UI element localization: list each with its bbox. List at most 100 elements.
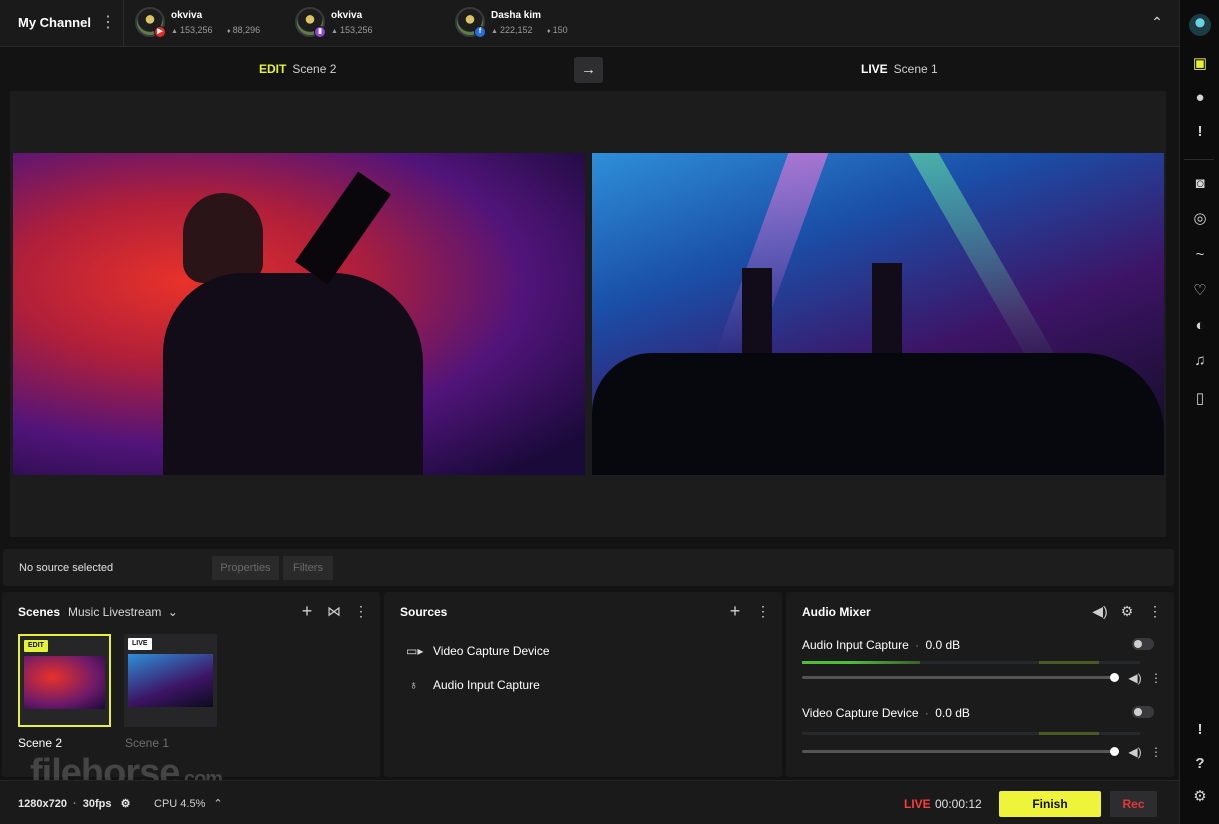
finish-button[interactable]: Finish bbox=[999, 791, 1101, 817]
chat-icon[interactable]: ● bbox=[1189, 87, 1211, 109]
webcam-icon[interactable]: ◎ bbox=[1189, 208, 1211, 230]
account-name: okviva bbox=[171, 10, 203, 21]
volume-slider-knob[interactable] bbox=[1110, 747, 1119, 756]
account-stats: ▲ 153,256 ♦ 88,296 bbox=[171, 25, 272, 35]
layout-icon[interactable]: ▣ bbox=[1189, 53, 1211, 75]
singer-body bbox=[163, 273, 423, 475]
volume-slider[interactable] bbox=[802, 747, 1119, 756]
live-indicator: LIVE bbox=[904, 797, 931, 811]
twitch-icon: ▮ bbox=[314, 26, 326, 38]
sources-menu-icon[interactable]: ⋮ bbox=[754, 602, 772, 620]
settings-icon[interactable]: ⚙ bbox=[1189, 786, 1211, 808]
profile-avatar-icon[interactable] bbox=[1189, 14, 1211, 36]
audio-level-meter bbox=[802, 661, 1140, 664]
edit-label: EDIT bbox=[259, 62, 287, 76]
account-stats: ▲ 222,152 ♦ 150 bbox=[491, 25, 580, 35]
performer bbox=[742, 268, 772, 353]
channel-toggle[interactable] bbox=[1132, 638, 1154, 650]
edit-scene-header: EDIT Scene 2 bbox=[259, 62, 336, 76]
channel-menu-icon[interactable]: ⋮ bbox=[1149, 745, 1163, 759]
account-stats: ▲ 153,256 bbox=[331, 25, 384, 35]
viewer-icon: ▲ bbox=[331, 28, 338, 35]
facebook-icon: f bbox=[474, 26, 486, 38]
gear-icon[interactable]: ⚙ bbox=[1118, 602, 1136, 620]
audio-mixer-title: Audio Mixer bbox=[802, 605, 871, 619]
output-settings: 1280x720 · 30fps ⚙ bbox=[18, 798, 131, 810]
volume-slider[interactable] bbox=[802, 673, 1119, 682]
help-icon[interactable]: ? bbox=[1189, 753, 1211, 775]
scene-thumbnail-image bbox=[128, 654, 213, 707]
account-card[interactable]: ▮ okviva ▲ 153,256 bbox=[295, 7, 415, 39]
status-bar: 1280x720 · 30fps ⚙ CPU 4.5% ⌃ LIVE 00:00… bbox=[0, 780, 1179, 824]
account-card[interactable]: f Dasha kim ▲ 222,152 ♦ 150 bbox=[455, 7, 595, 39]
scene-transition-icon[interactable]: ⋈ bbox=[325, 602, 343, 620]
audio-mixer-panel: Audio Mixer ◀) ⚙ ⋮ Audio Input Capture ·… bbox=[786, 592, 1174, 777]
live-preview[interactable] bbox=[592, 153, 1164, 475]
edit-preview[interactable] bbox=[13, 153, 585, 475]
add-source-icon[interactable]: + bbox=[726, 602, 744, 620]
like-icon: ♦ bbox=[227, 28, 231, 35]
like-icon: ♦ bbox=[547, 28, 551, 35]
camera-icon[interactable]: ◙ bbox=[1189, 173, 1211, 195]
viewers-count: ▲ 222,152 bbox=[491, 25, 533, 35]
scenes-menu-icon[interactable]: ⋮ bbox=[352, 602, 370, 620]
edit-scene-name: Scene 2 bbox=[292, 62, 337, 76]
properties-button[interactable]: Properties bbox=[212, 556, 279, 580]
source-item[interactable]: ♁ Audio Input Capture bbox=[406, 676, 606, 696]
palette-icon[interactable]: ◐ bbox=[1189, 315, 1211, 337]
viewers-count: ▲ 153,256 bbox=[331, 25, 373, 35]
studio-app: My Channel ⋮ ▶ okviva ▲ 153,256 ♦ 88,296 ▮… bbox=[0, 0, 1179, 824]
live-timer: 00:00:12 bbox=[935, 797, 982, 811]
account-name: Dasha kim bbox=[491, 10, 542, 21]
add-scene-icon[interactable]: + bbox=[298, 602, 316, 620]
feedback-icon[interactable]: ! bbox=[1189, 719, 1211, 741]
volume-icon[interactable]: ◀) bbox=[1091, 602, 1109, 620]
viewers-count: ▲ 153,256 bbox=[171, 25, 213, 35]
channel-menu-icon[interactable]: ⋮ bbox=[100, 13, 116, 33]
mixer-menu-icon[interactable]: ⋮ bbox=[1146, 602, 1164, 620]
remote-icon[interactable]: ▯ bbox=[1189, 388, 1211, 410]
performer bbox=[872, 263, 902, 353]
channel-menu-icon[interactable]: ⋮ bbox=[1149, 671, 1163, 685]
speaker-icon[interactable]: ◀) bbox=[1128, 671, 1142, 685]
selection-status: No source selected bbox=[19, 562, 114, 574]
live-scene-header: LIVE Scene 1 bbox=[861, 62, 938, 76]
scene-name[interactable]: Scene 2 bbox=[18, 736, 62, 750]
channel-title: My Channel bbox=[18, 15, 91, 30]
stage-light bbox=[908, 153, 1066, 373]
scene-collection-dropdown[interactable]: Music Livestream ⌄ bbox=[68, 605, 178, 619]
stage-light bbox=[715, 153, 829, 353]
volume-slider-knob[interactable] bbox=[1110, 673, 1119, 682]
microphone-icon: ♁ bbox=[409, 678, 418, 692]
heart-badge-icon[interactable]: ♡ bbox=[1189, 280, 1211, 302]
chevron-up-icon: ⌃ bbox=[213, 798, 223, 810]
singer-head bbox=[183, 193, 263, 283]
source-item[interactable]: ▭▸ Video Capture Device bbox=[406, 642, 606, 662]
viewer-icon: ▲ bbox=[171, 28, 178, 35]
mixer-channel-label: Video Capture Device · 0.0 dB bbox=[802, 706, 970, 720]
collapse-accounts-icon[interactable]: ⌃ bbox=[1148, 13, 1166, 31]
likes-count: ♦ 88,296 bbox=[227, 25, 261, 35]
account-card[interactable]: ▶ okviva ▲ 153,256 ♦ 88,296 bbox=[135, 7, 275, 39]
transition-arrow-button[interactable]: → bbox=[574, 57, 603, 83]
record-button[interactable]: Rec bbox=[1110, 791, 1157, 817]
live-label: LIVE bbox=[861, 62, 888, 76]
scene-thumbnail-scene-2[interactable]: EDIT bbox=[18, 634, 111, 727]
chevron-down-icon: ⌄ bbox=[167, 605, 178, 619]
likes-count: ♦ 150 bbox=[547, 25, 568, 35]
alert-icon[interactable]: ! bbox=[1189, 121, 1211, 143]
scene-name[interactable]: Scene 1 bbox=[125, 736, 169, 750]
mixer-channel-label: Audio Input Capture · 0.0 dB bbox=[802, 638, 961, 652]
sources-title: Sources bbox=[400, 605, 448, 619]
top-bar: My Channel ⋮ ▶ okviva ▲ 153,256 ♦ 88,296 ▮… bbox=[0, 0, 1179, 47]
speaker-icon[interactable]: ◀) bbox=[1128, 745, 1142, 759]
source-label: Audio Input Capture bbox=[433, 678, 540, 692]
filters-button[interactable]: Filters bbox=[283, 556, 333, 580]
cpu-usage[interactable]: CPU 4.5% ⌃ bbox=[154, 797, 223, 810]
music-icon[interactable]: ♫ bbox=[1189, 350, 1211, 372]
signature-icon[interactable]: ~ bbox=[1189, 244, 1211, 266]
channel-toggle[interactable] bbox=[1132, 706, 1154, 718]
scene-thumbnail-scene-1[interactable]: LIVE bbox=[124, 634, 217, 727]
output-gear-icon[interactable]: ⚙ bbox=[121, 798, 131, 810]
account-name: okviva bbox=[331, 10, 363, 21]
